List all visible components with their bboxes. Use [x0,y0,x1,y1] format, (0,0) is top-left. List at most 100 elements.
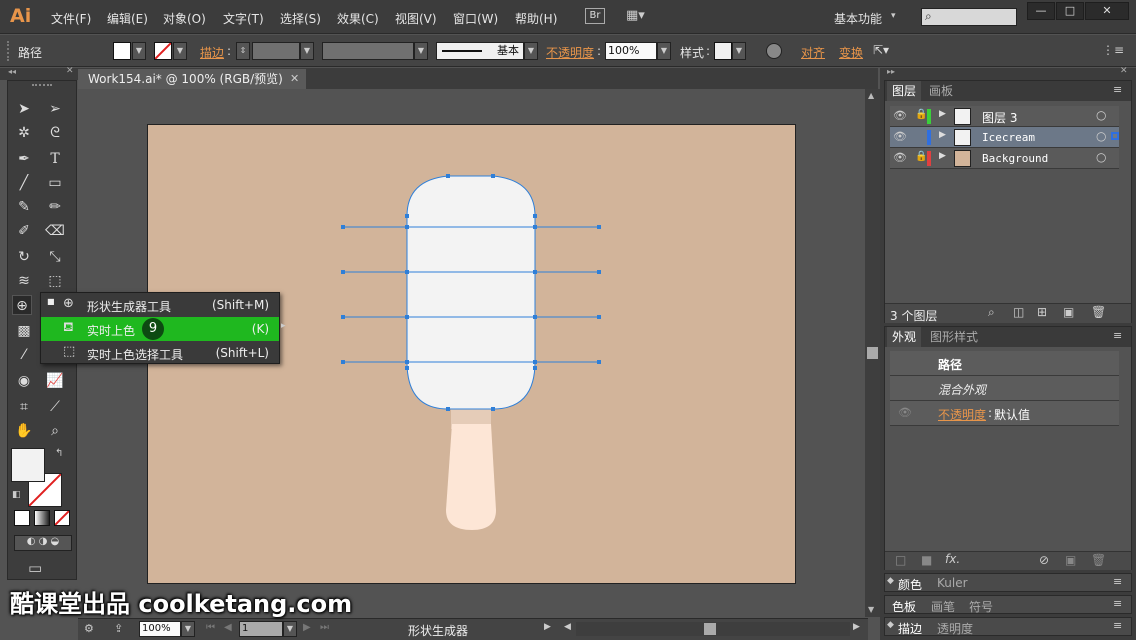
live-paint-bucket-icon: ⛾ [63,320,74,335]
layer-name[interactable]: 图层 3 [982,109,1017,126]
appearance-footer: □ ■ fx. ⊘ ▣ 🗑 [885,551,1131,570]
close-icon[interactable]: ✕ [1120,66,1128,76]
current-tool-status: 形状生成器 [408,624,469,638]
new-sublayer-icon[interactable]: ⊞ [1037,305,1047,319]
tearoff-arrow-icon[interactable]: ▸ [281,321,286,331]
tab-appearance[interactable]: 外观 [887,327,922,347]
horizontal-scrollbar[interactable] [576,622,850,636]
layer-thumbnail [954,108,971,125]
gpu-icon[interactable]: ⚙ [84,622,94,635]
layer-name[interactable]: Icecream [982,131,1035,144]
layer-row[interactable]: 👁 🔒 ▶ 图层 3 ○ [890,106,1119,127]
expand-icon[interactable]: ▸▸ [887,67,895,76]
opacity-link[interactable]: 不透明度 [938,406,986,423]
flyout-item-shortcut: (K) [251,322,269,336]
first-artboard-icon[interactable]: ⏮ [206,622,215,633]
tab-layers[interactable]: 图层 [887,81,922,101]
scroll-right-icon[interactable]: ▶ [853,622,860,632]
appearance-mixed-row: 混合外观 [890,376,1119,401]
target-icon[interactable]: ○ [1096,108,1106,122]
lock-icon[interactable]: 🔒 [915,151,927,162]
scroll-thumb[interactable] [704,623,716,635]
flyout-item-live-paint-selection[interactable]: ⬚ 实时上色选择工具 (Shift+L) [41,341,279,365]
lock-icon[interactable]: 🔒 [915,109,927,120]
clipping-mask-icon[interactable]: ◫ [1013,305,1024,319]
zoom-dropdown[interactable]: ▼ [181,621,195,637]
target-icon[interactable]: ○ [1096,150,1106,164]
tab-stroke[interactable]: 描边 [898,620,922,637]
layer-row[interactable]: 👁 🔒 ▶ Background ○ [890,148,1119,169]
tab-kuler[interactable]: Kuler [937,576,968,590]
duplicate-item-icon[interactable]: ▣ [1065,553,1076,567]
appearance-panel: 外观 图形样式 ≡ 路径 混合外观 👁 不透明度 : 默认值 □ ■ fx. ⊘… [884,326,1132,570]
flyout-item-label: 实时上色选择工具 [87,348,184,362]
new-layer-icon[interactable]: ▣ [1063,305,1074,319]
fx-icon[interactable]: fx. [945,552,960,566]
tab-swatches[interactable]: 色板 [892,598,916,615]
tab-transparency[interactable]: 透明度 [937,620,973,637]
layer-thumbnail [954,150,971,167]
panel-menu-icon[interactable]: ≡ [1113,83,1122,96]
trash-icon[interactable]: 🗑 [1091,553,1106,567]
swatches-panel-collapsed[interactable]: 色板 画笔 符号 ≡ [884,595,1132,614]
eye-icon[interactable]: 👁 [893,151,907,164]
share-icon[interactable]: ⇪ [114,622,123,635]
tab-brushes[interactable]: 画笔 [931,598,955,615]
target-icon[interactable]: ○ [1096,129,1106,143]
appearance-opacity-row[interactable]: 👁 不透明度 : 默认值 [890,401,1119,426]
layer-color-swatch [927,151,931,166]
scroll-left-icon[interactable]: ◀ [564,622,571,632]
expand-arrow-icon[interactable]: ▶ [939,130,946,140]
flyout-item-shape-builder[interactable]: ■ ⊕ 形状生成器工具 (Shift+M) [41,293,279,317]
layer-count: 3 个图层 [890,309,938,323]
next-artboard-icon[interactable]: ▶ [303,622,311,633]
panel-menu-icon[interactable]: ≡ [1113,575,1122,588]
artboard-dropdown[interactable]: ▼ [283,621,297,637]
zoom-field[interactable]: 100% [139,621,181,637]
flyout-item-shortcut: (Shift+L) [215,346,269,360]
expand-arrow-icon[interactable]: ▶ [939,109,946,119]
flyout-item-label: 形状生成器工具 [87,300,172,314]
layer-name[interactable]: Background [982,152,1048,165]
color-panel-collapsed[interactable]: ◆ 颜色 Kuler ≡ [884,573,1132,592]
tab-artboards[interactable]: 画板 [924,81,958,101]
prev-artboard-icon[interactable]: ◀ [224,622,232,633]
layer-row[interactable]: 👁 ▶ Icecream ○ [890,127,1119,148]
clear-appearance-icon[interactable]: ⊘ [1039,553,1049,567]
layer-thumbnail [954,129,971,146]
trash-icon[interactable]: 🗑 [1091,305,1106,319]
panel-menu-icon[interactable]: ≡ [1113,619,1122,632]
expand-icon[interactable]: ◆ [887,620,894,630]
current-tool-bullet: ■ [47,297,55,306]
layer-color-swatch [927,130,931,145]
shape-builder-icon: ⊕ [63,296,74,311]
popsicle-body[interactable] [406,175,536,410]
flyout-item-live-paint[interactable]: ⛾ 实时上色 9 (K) [41,317,279,341]
appearance-title-row: 路径 [890,351,1119,376]
flyout-item-label: 实时上色 [87,324,136,338]
popsicle-stick[interactable] [446,424,496,530]
tab-symbols[interactable]: 符号 [969,598,993,615]
locate-object-icon[interactable]: ⌕ [988,305,995,320]
last-artboard-icon[interactable]: ⏭ [320,622,329,633]
mixed-appearance-label: 混合外观 [938,383,987,397]
dock-header[interactable]: ▸▸ ✕ [884,66,1132,79]
expand-arrow-icon[interactable]: ▶ [939,151,946,161]
expand-icon[interactable]: ◆ [887,576,894,586]
selection-indicator[interactable] [1111,132,1119,140]
stroke-panel-collapsed[interactable]: ◆ 描边 透明度 ≡ [884,617,1132,636]
layers-panel: 图层 画板 ≡ 👁 🔒 ▶ 图层 3 ○ 👁 ▶ Icecream ○ 👁 🔒 … [884,80,1132,323]
add-fill-icon[interactable]: ■ [921,553,932,567]
eye-icon[interactable]: 👁 [898,406,912,419]
tab-color[interactable]: 颜色 [898,576,922,593]
status-menu-arrow[interactable]: ▶ [544,622,551,632]
eye-icon[interactable]: 👁 [893,109,907,122]
panel-menu-icon[interactable]: ≡ [1113,597,1122,610]
panel-menu-icon[interactable]: ≡ [1113,329,1122,342]
add-stroke-icon[interactable]: □ [895,553,906,567]
eye-icon[interactable]: 👁 [893,130,907,143]
tab-graphic-styles[interactable]: 图形样式 [925,327,983,347]
live-paint-selection-icon: ⬚ [63,344,76,359]
artboard-number-field[interactable]: 1 [239,621,283,637]
panel-tab-bar [885,81,1131,101]
